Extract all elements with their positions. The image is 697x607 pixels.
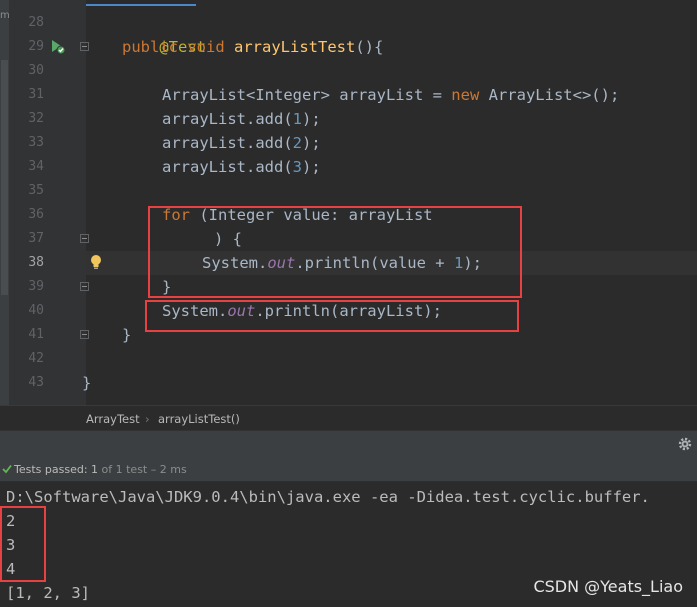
code-token: arrayList.add( <box>162 158 293 176</box>
highlight-box-output <box>0 506 46 582</box>
active-tab-indicator <box>86 0 196 6</box>
code-token: (){ <box>355 38 384 56</box>
line-number: 42 <box>28 351 44 366</box>
line-number: 35 <box>28 183 44 198</box>
line-number: 41 <box>28 327 44 342</box>
line-number: 40 <box>28 303 44 318</box>
line-number: 31 <box>28 87 44 102</box>
line-number: 32 <box>28 111 44 126</box>
breadcrumb-item-class[interactable]: ArrayTest <box>86 412 140 426</box>
fold-marker-icon[interactable] <box>80 42 89 51</box>
method-name-token: arrayListTest <box>234 38 356 56</box>
breadcrumb-item-method[interactable]: arrayListTest() <box>158 412 240 426</box>
test-status-text: Tests passed: 1 of 1 test – 2 ms <box>14 463 187 476</box>
fold-marker-icon[interactable] <box>80 330 89 339</box>
keyword-token: void <box>187 38 225 56</box>
number-token: 2 <box>292 134 302 152</box>
tool-strip-thumb <box>1 60 8 295</box>
fold-marker-icon[interactable] <box>80 234 89 243</box>
code-token: ); <box>302 158 321 176</box>
code-line-34[interactable]: arrayList.add(3); <box>162 155 321 179</box>
run-tool-window-header <box>0 430 697 458</box>
breadcrumb: ArrayTest › arrayListTest() <box>0 405 697 430</box>
test-status-bar: Tests passed: 1 of 1 test – 2 ms <box>0 458 697 482</box>
code-line-31[interactable]: ArrayList<Integer> arrayList = new Array… <box>162 83 619 107</box>
status-passed-count: 1 <box>91 463 99 476</box>
code-line-43[interactable]: } <box>82 371 91 395</box>
run-test-icon[interactable] <box>50 39 66 55</box>
code-editor[interactable]: mo2 28 29 30 31 32 33 34 35 36 37 38 39 … <box>0 0 697 405</box>
line-number: 37 <box>28 231 44 246</box>
code-token: arrayList.add( <box>162 110 293 128</box>
intention-bulb-icon[interactable] <box>90 254 102 270</box>
watermark: CSDN @Yeats_Liao <box>533 577 683 596</box>
code-line-29[interactable]: public void arrayListTest(){ <box>122 35 383 59</box>
breadcrumb-separator: › <box>145 412 150 426</box>
number-token: 1 <box>292 110 302 128</box>
console-line: [1, 2, 3] <box>6 584 90 602</box>
project-tool-strip[interactable] <box>0 0 9 405</box>
fold-marker-icon[interactable] <box>80 282 89 291</box>
code-token: ArrayList<>(); <box>479 86 620 104</box>
number-token: 3 <box>292 158 302 176</box>
line-number: 30 <box>28 63 44 78</box>
code-token: ArrayList<Integer> arrayList = <box>162 86 452 104</box>
keyword-token: new <box>451 86 480 104</box>
check-icon <box>2 464 12 474</box>
line-number: 43 <box>28 375 44 390</box>
code-line-33[interactable]: arrayList.add(2); <box>162 131 321 155</box>
line-number: 39 <box>28 279 44 294</box>
code-token: ); <box>302 110 321 128</box>
line-number: 33 <box>28 135 44 150</box>
status-prefix: Tests passed: <box>14 463 92 476</box>
highlight-box-for-loop <box>148 206 522 298</box>
code-token: ); <box>302 134 321 152</box>
line-number: 36 <box>28 207 44 222</box>
code-line-28[interactable]: @Test <box>122 11 206 56</box>
code-token: arrayList.add( <box>162 134 293 152</box>
gear-icon[interactable] <box>677 436 693 452</box>
highlight-box-println <box>145 300 519 332</box>
console-output[interactable]: D:\Software\Java\JDK9.0.4\bin\java.exe -… <box>0 482 697 607</box>
keyword-token: public <box>122 38 178 56</box>
line-number: 28 <box>28 15 44 30</box>
code-token: } <box>82 374 92 392</box>
code-line-41[interactable]: } <box>122 323 131 347</box>
code-line-32[interactable]: arrayList.add(1); <box>162 107 321 131</box>
status-suffix: of 1 test – 2 ms <box>98 463 187 476</box>
line-number-current: 38 <box>28 255 44 270</box>
console-line: D:\Software\Java\JDK9.0.4\bin\java.exe -… <box>6 488 650 506</box>
line-number: 29 <box>28 39 44 54</box>
editor-gutter[interactable]: 28 29 30 31 32 33 34 35 36 37 38 39 40 4… <box>9 0 89 405</box>
line-number: 34 <box>28 159 44 174</box>
code-token: } <box>122 326 132 344</box>
